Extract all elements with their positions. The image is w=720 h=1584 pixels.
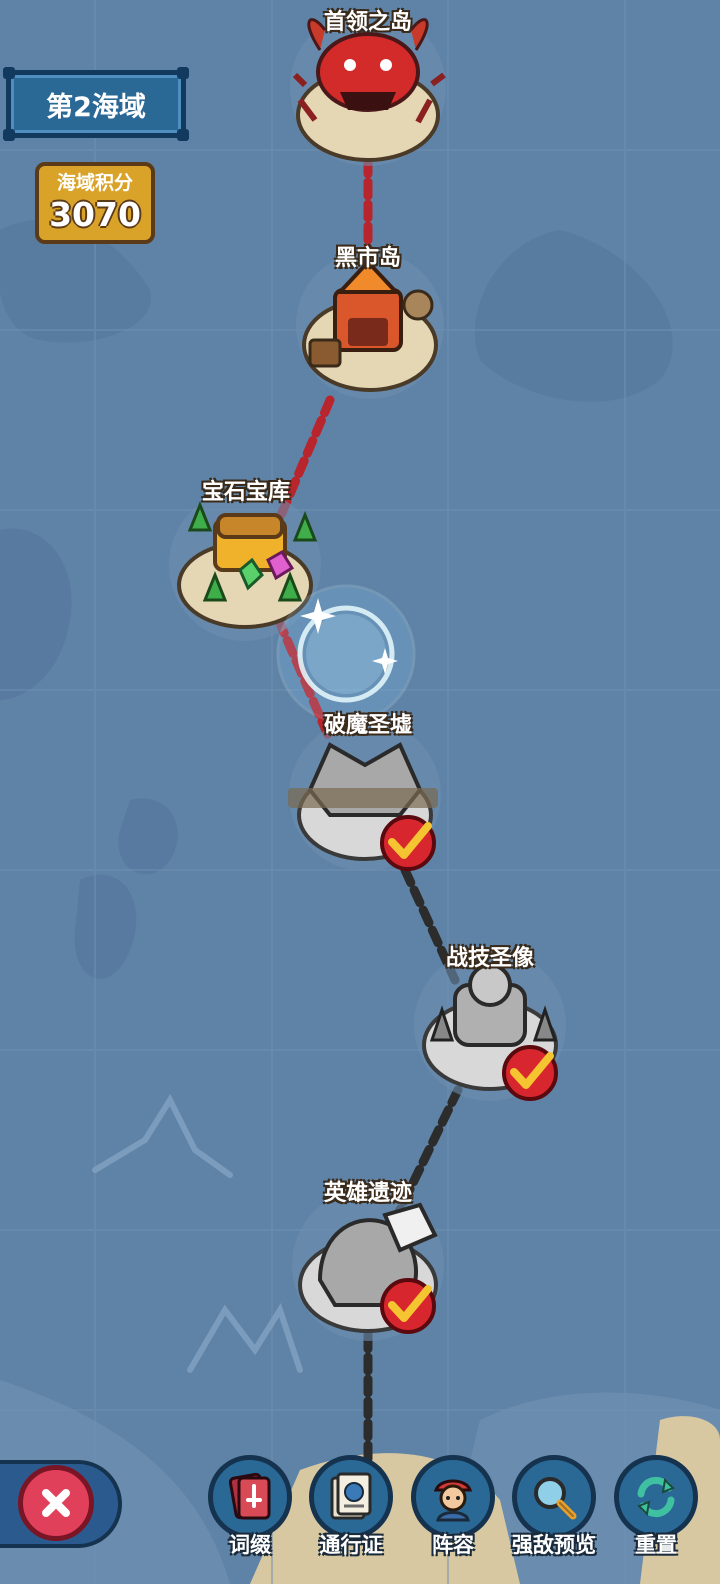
zone-score-label: 海域积分	[56, 172, 133, 194]
check-badge	[380, 1278, 436, 1334]
enemy-preview-label: 强敌预览	[512, 1533, 596, 1557]
pass-button[interactable]: 通行证	[305, 1455, 397, 1565]
check-badge	[380, 815, 436, 871]
close-button[interactable]	[18, 1465, 94, 1541]
island-label-hero-relic: 英雄遗迹	[323, 1181, 413, 1206]
affix-label: 词缀	[229, 1533, 271, 1557]
zone-banner: 第2海域	[3, 67, 189, 141]
pass-label: 通行证	[319, 1533, 383, 1557]
magnifier-icon	[534, 1477, 577, 1520]
affix-button[interactable]: 词缀	[204, 1455, 296, 1565]
island-black-market[interactable]	[296, 251, 444, 399]
zone-score-panel: 海域积分 3070	[35, 162, 155, 244]
island-label-boss: 首领之岛	[323, 10, 413, 35]
current-position-glow	[276, 584, 416, 724]
close-x-icon	[42, 1489, 70, 1517]
reset-button[interactable]: 重置	[610, 1455, 702, 1565]
island-label-battle-statue: 战技圣像	[445, 946, 535, 971]
zone-score-value: 3070	[49, 195, 141, 234]
lineup-button[interactable]: 阵容	[407, 1455, 499, 1565]
check-badge	[502, 1045, 558, 1101]
enemy-preview-button[interactable]: 强敌预览	[508, 1455, 600, 1565]
island-label-demon-ruins: 破魔圣墟	[323, 713, 413, 738]
reset-label: 重置	[635, 1533, 677, 1557]
island-label-black-market: 黑市岛	[334, 246, 402, 271]
lineup-label: 阵容	[432, 1533, 474, 1557]
passport-icon	[330, 1472, 372, 1520]
zone-title: 第2海域	[46, 91, 146, 123]
island-label-gem-vault: 宝石宝库	[201, 480, 291, 505]
lineup-pirate-icon	[433, 1479, 473, 1522]
reset-arrows-icon	[637, 1476, 675, 1518]
affix-card-icon	[228, 1472, 271, 1520]
